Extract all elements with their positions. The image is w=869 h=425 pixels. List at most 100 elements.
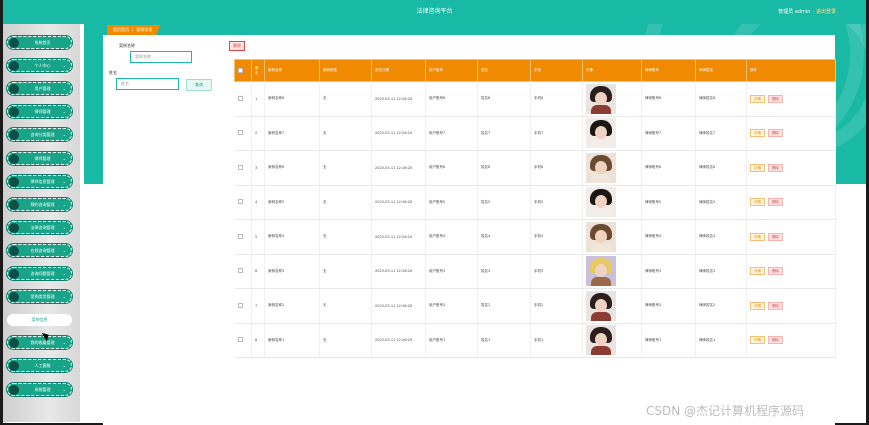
sidebar-item[interactable]: 系统管理 ⌄ xyxy=(7,382,72,396)
avatar xyxy=(586,187,616,218)
sidebar-item[interactable]: 我的收藏管理 ⌄ xyxy=(7,336,72,350)
cell-avatar xyxy=(582,116,642,151)
sidebar-item-label: 系统首页 xyxy=(34,40,51,45)
sidebar-item[interactable]: 系统首页 xyxy=(7,36,72,49)
sidebar-item-label: 系统管理 xyxy=(34,386,51,392)
avatar xyxy=(586,256,616,287)
cell-name: 姓名2 xyxy=(477,288,531,324)
cell-user: 用户账号5 xyxy=(425,185,478,220)
detail-button[interactable]: 详情 xyxy=(750,94,765,103)
row-delete-button[interactable]: 删除 xyxy=(768,232,783,241)
detail-button[interactable]: 详情 xyxy=(750,336,765,345)
sidebar-item-label: 在线咨询管理 xyxy=(30,247,55,253)
breadcrumb-home[interactable]: 首页首页 xyxy=(113,27,129,32)
logout-link[interactable]: 退出登录 xyxy=(816,9,836,15)
cell-name: 姓名1 xyxy=(477,323,531,358)
row-checkbox[interactable] xyxy=(237,95,243,101)
sidebar-item[interactable]: 律师管理 ⌄ xyxy=(7,105,72,119)
sidebar-item[interactable]: 在线咨询管理 ⌄ xyxy=(7,243,72,257)
cell-avatar xyxy=(582,185,642,220)
sidebar-item[interactable]: 预约咨询管理 ⌄ xyxy=(7,197,72,211)
cell-date: 2023-03-11 12:26:20 xyxy=(371,116,426,151)
cell-actions: 详情 删除 xyxy=(746,323,836,358)
detail-button[interactable]: 详情 xyxy=(750,198,765,207)
chevron-down-icon: ⌄ xyxy=(62,63,66,69)
cell-name: 姓名6 xyxy=(477,150,531,186)
cell-case-type: 无 xyxy=(319,185,372,220)
detail-button[interactable]: 详情 xyxy=(750,129,765,138)
row-delete-button[interactable]: 删除 xyxy=(768,301,783,310)
cell-lawyer-name: 律师姓名3 xyxy=(695,254,747,289)
case-name-input[interactable]: 案例名称 xyxy=(130,51,192,63)
column-header xyxy=(234,59,252,82)
cell-actions: 详情 删除 xyxy=(746,254,836,289)
avatar xyxy=(586,118,616,149)
sidebar-item[interactable]: 咨询分类管理 ⌄ xyxy=(7,128,72,142)
row-checkbox[interactable] xyxy=(237,130,243,136)
cell-case-name: 案例名称2 xyxy=(264,288,320,324)
detail-button[interactable]: 详情 xyxy=(750,301,765,310)
name-input[interactable]: 姓名 xyxy=(116,78,179,90)
sidebar-item[interactable]: 人工客服 ⌄ xyxy=(7,359,72,373)
row-checkbox[interactable] xyxy=(237,302,243,308)
table-row: 5 案例名称4 无 2023-03-11 12:26:20 用户账号4 姓名4 手机4 律师账… xyxy=(234,219,836,255)
menu-bullet-icon xyxy=(9,199,19,210)
cell-avatar xyxy=(582,150,642,186)
cell-lawyer-account: 律师账号4 xyxy=(641,219,696,255)
sidebar-item[interactable]: 法律咨询管理 ⌄ xyxy=(7,220,72,234)
cell-lawyer-name: 律师姓名5 xyxy=(695,185,747,220)
cell-phone: 手机4 xyxy=(530,219,583,255)
breadcrumb-current: 案例信息 xyxy=(136,27,153,32)
row-delete-button[interactable]: 删除 xyxy=(768,267,783,276)
sidebar-item[interactable]: 咨询问题管理 ⌄ xyxy=(7,267,72,280)
cell-user: 用户账号8 xyxy=(425,81,478,117)
cell-user: 用户账号4 xyxy=(425,219,478,255)
bulk-delete-button[interactable]: 删除 xyxy=(229,41,245,51)
top-header: 法律咨询平台 管理员 admin 退出登录 xyxy=(3,0,866,24)
cell-name: 姓名7 xyxy=(477,116,531,151)
row-delete-button[interactable]: 删除 xyxy=(768,198,783,207)
cell-case-name: 案例名称1 xyxy=(264,323,320,358)
row-delete-button[interactable]: 删除 xyxy=(768,336,783,345)
sidebar-item-label: 律师管理 xyxy=(34,155,51,161)
cell-actions: 详情 删除 xyxy=(746,81,836,117)
table-row: 8 案例名称1 无 2023-03-11 12:26:20 用户账号1 姓名1 手机1 律师账… xyxy=(234,323,836,358)
detail-button[interactable]: 详情 xyxy=(750,232,765,241)
select-all-checkbox[interactable] xyxy=(238,67,243,73)
row-checkbox[interactable] xyxy=(237,164,243,170)
column-header: 律师账号 xyxy=(641,59,696,82)
sidebar-item[interactable]: 个人中心 ⌄ xyxy=(7,59,72,73)
cell-index: 7 xyxy=(251,288,265,324)
cell-case-name: 案例名称3 xyxy=(264,254,320,289)
sidebar-subitem-case-info[interactable]: 案例信息 xyxy=(7,314,72,327)
cell-lawyer-name: 律师姓名6 xyxy=(695,150,747,186)
user-info: 管理员 admin 退出登录 xyxy=(778,0,836,24)
cell-actions: 详情 删除 xyxy=(746,185,836,220)
cell-phone: 手机7 xyxy=(530,116,583,151)
detail-button[interactable]: 详情 xyxy=(750,163,765,172)
cell-index: 4 xyxy=(251,185,265,220)
column-header: 姓名 xyxy=(477,59,531,82)
sidebar-item[interactable]: 案例类型管理 ⌄ xyxy=(7,290,72,304)
sidebar-item-label: 咨询问题管理 xyxy=(30,271,55,276)
row-checkbox[interactable] xyxy=(237,199,243,205)
cell-actions: 详情 删除 xyxy=(746,288,836,324)
row-checkbox[interactable] xyxy=(237,233,243,239)
row-delete-button[interactable]: 删除 xyxy=(768,129,783,138)
row-delete-button[interactable]: 删除 xyxy=(768,94,783,103)
row-delete-button[interactable]: 删除 xyxy=(768,163,783,172)
detail-button[interactable]: 详情 xyxy=(750,267,765,276)
column-header: 用户账号 xyxy=(425,59,478,82)
menu-bullet-icon xyxy=(9,153,19,164)
cell-index: 5 xyxy=(251,219,265,255)
sidebar-item[interactable]: 律师信息管理 ⌄ xyxy=(7,174,72,188)
cell-case-type: 无 xyxy=(319,323,372,358)
sidebar-item[interactable]: 用户管理 ⌄ xyxy=(7,82,72,96)
sidebar-item[interactable]: 律师管理 ⌄ xyxy=(7,151,72,165)
chevron-down-icon: ⌄ xyxy=(62,155,66,161)
cell-name: 姓名8 xyxy=(477,81,531,117)
row-checkbox[interactable] xyxy=(237,337,243,343)
row-checkbox[interactable] xyxy=(237,268,243,274)
search-button[interactable]: 查询 xyxy=(186,79,212,91)
avatar xyxy=(586,290,616,321)
